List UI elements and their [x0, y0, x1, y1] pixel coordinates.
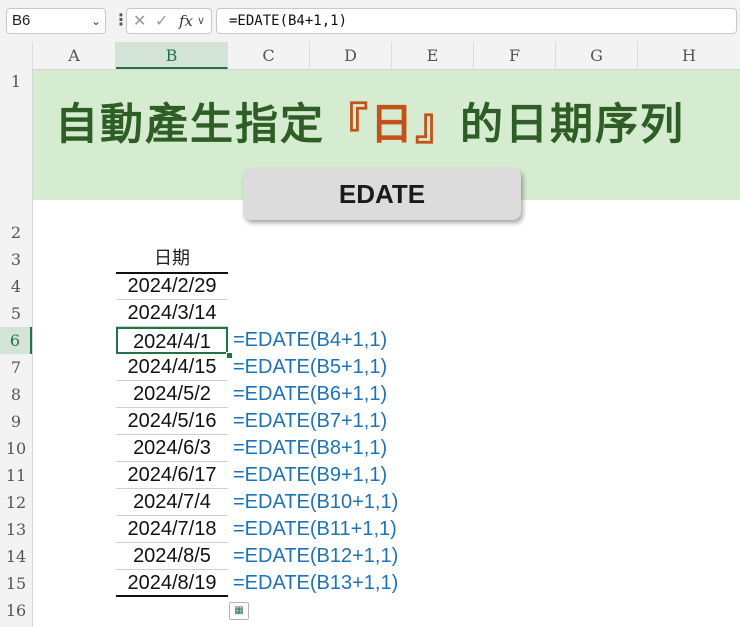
formula-note-c6[interactable]: =EDATE(B4+1,1) — [233, 327, 387, 354]
date-cell-b15[interactable]: 2024/8/19 — [116, 570, 228, 597]
date-cell-b7[interactable]: 2024/4/15 — [116, 354, 228, 381]
formula-note-c10[interactable]: =EDATE(B8+1,1) — [233, 435, 387, 462]
column-headers: A B C D E F G H — [0, 42, 740, 70]
formula-note-c9[interactable]: =EDATE(B7+1,1) — [233, 408, 387, 435]
column-header-d[interactable]: D — [310, 42, 392, 69]
formula-controls: ✕ ✓ fx ∨ — [126, 8, 212, 34]
row-header-8[interactable]: 8 — [0, 381, 32, 408]
date-cell-b8[interactable]: 2024/5/2 — [116, 381, 228, 408]
row-header-10[interactable]: 10 — [0, 435, 32, 462]
row-header-9[interactable]: 9 — [0, 408, 32, 435]
date-cell-b12[interactable]: 2024/7/4 — [116, 489, 228, 516]
formula-note-c12[interactable]: =EDATE(B10+1,1) — [233, 489, 398, 516]
name-box[interactable]: B6 ⌄ — [6, 8, 106, 34]
chevron-down-icon[interactable]: ∨ — [197, 14, 205, 27]
formula-note-c7[interactable]: =EDATE(B5+1,1) — [233, 354, 387, 381]
column-header-e[interactable]: E — [392, 42, 474, 69]
row-header-2[interactable]: 2 — [0, 219, 32, 246]
date-cell-b5[interactable]: 2024/3/14 — [116, 300, 228, 327]
date-cell-b11[interactable]: 2024/6/17 — [116, 462, 228, 489]
row-header-15[interactable]: 15 — [0, 570, 32, 597]
row-header-3[interactable]: 3 — [0, 246, 32, 273]
column-header-g[interactable]: G — [556, 42, 638, 69]
row-headers: 1 2 3 4 5 6 7 8 9 10 11 12 13 14 15 16 — [0, 69, 33, 627]
row-header-13[interactable]: 13 — [0, 516, 32, 543]
formula-note-c11[interactable]: =EDATE(B9+1,1) — [233, 462, 387, 489]
column-header-b[interactable]: B — [116, 42, 228, 69]
formula-note-c14[interactable]: =EDATE(B12+1,1) — [233, 543, 398, 570]
row-header-14[interactable]: 14 — [0, 543, 32, 570]
formula-bar: B6 ⌄ ⋮ ✕ ✓ fx ∨ =EDATE(B4+1,1) — [0, 0, 740, 42]
chevron-down-icon[interactable]: ⌄ — [91, 9, 101, 33]
column-header-h[interactable]: H — [638, 42, 740, 69]
row-header-6[interactable]: 6 — [0, 327, 32, 354]
formula-note-c15[interactable]: =EDATE(B13+1,1) — [233, 570, 398, 597]
date-cell-b10[interactable]: 2024/6/3 — [116, 435, 228, 462]
date-cell-b13[interactable]: 2024/7/18 — [116, 516, 228, 543]
row-header-5[interactable]: 5 — [0, 300, 32, 327]
title-part-1: 自動產生指定 — [55, 100, 325, 150]
select-all-corner[interactable] — [0, 42, 33, 69]
date-column-header[interactable]: 日期 — [116, 246, 228, 274]
row-header-7[interactable]: 7 — [0, 354, 32, 381]
quick-analysis-icon[interactable]: ▦ — [229, 602, 249, 620]
column-header-c[interactable]: C — [228, 42, 310, 69]
row-header-4[interactable]: 4 — [0, 273, 32, 300]
formula-input[interactable]: =EDATE(B4+1,1) — [216, 8, 737, 34]
date-cell-b9[interactable]: 2024/5/16 — [116, 408, 228, 435]
date-cell-b14[interactable]: 2024/8/5 — [116, 543, 228, 570]
date-cell-b4[interactable]: 2024/2/29 — [116, 273, 228, 300]
title-highlight: 『日』 — [325, 100, 460, 150]
insert-function-button[interactable]: fx — [179, 12, 193, 30]
date-cell-b6-active[interactable]: 2024/4/1 — [116, 327, 228, 354]
row-header-16[interactable]: 16 — [0, 597, 32, 624]
name-box-value: B6 — [12, 12, 31, 29]
cancel-icon[interactable]: ✕ — [133, 11, 146, 30]
fill-handle[interactable] — [226, 352, 233, 359]
title-part-2: 的日期序列 — [460, 100, 685, 150]
column-header-a[interactable]: A — [33, 42, 116, 69]
banner-title: 自動產生指定『日』的日期序列 — [0, 90, 740, 152]
row-header-12[interactable]: 12 — [0, 489, 32, 516]
row-header-11[interactable]: 11 — [0, 462, 32, 489]
enter-icon[interactable]: ✓ — [155, 11, 168, 30]
formula-note-c13[interactable]: =EDATE(B11+1,1) — [233, 516, 397, 543]
column-header-f[interactable]: F — [474, 42, 556, 69]
formula-note-c8[interactable]: =EDATE(B6+1,1) — [233, 381, 387, 408]
function-label-box: EDATE — [243, 168, 521, 220]
